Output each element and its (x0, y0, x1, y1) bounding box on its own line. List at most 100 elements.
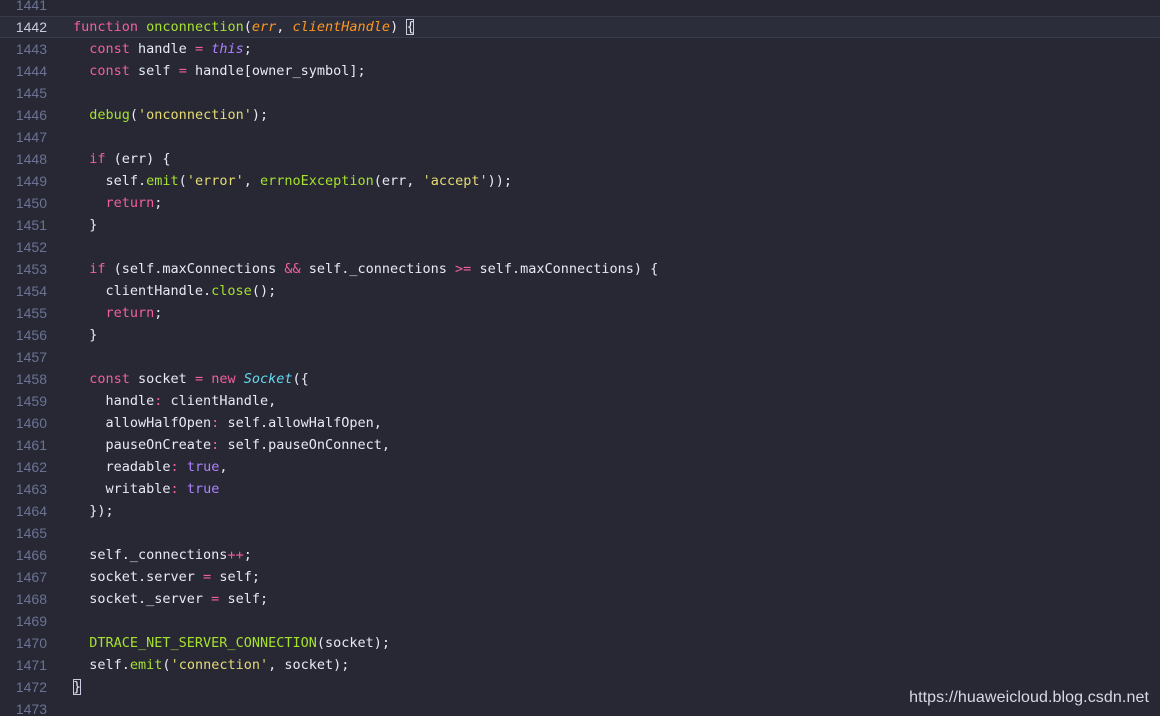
code-line[interactable]: 1453 if (self.maxConnections && self._co… (0, 258, 1160, 280)
code-token: socket.server (73, 569, 204, 585)
code-token: self.allowHalfOpen, (219, 415, 382, 431)
code-line[interactable]: 1466 self._connections++; (0, 544, 1160, 566)
line-number: 1444 (15, 63, 47, 79)
code-editor[interactable]: 1441 1442 function onconnection(err, clien… (0, 0, 1160, 716)
code-line[interactable]: 1467 socket.server = self; (0, 566, 1160, 588)
code-token: = (194, 371, 204, 387)
code-token: self. (73, 173, 147, 189)
line-code: const handle = this; (73, 38, 252, 60)
line-number: 1472 (15, 679, 47, 695)
code-line[interactable]: 1457 (0, 346, 1160, 368)
code-line[interactable]: 1445 (0, 82, 1160, 104)
code-token: if (89, 151, 106, 167)
code-token: 'connection' (170, 657, 269, 673)
code-token: 'accept' (422, 173, 488, 189)
line-number: 1471 (15, 657, 47, 673)
code-token: self.pauseOnConnect, (219, 437, 390, 453)
code-line[interactable]: 1470 DTRACE_NET_SERVER_CONNECTION(socket… (0, 632, 1160, 654)
line-code: self.emit('error', errnoException(err, '… (73, 170, 512, 192)
code-line[interactable]: 1441 (0, 0, 1160, 16)
code-token: emit (146, 173, 179, 189)
code-token: = (203, 569, 212, 585)
line-number: 1466 (15, 547, 47, 563)
line-code: function onconnection(err, clientHandle)… (73, 16, 415, 38)
code-line[interactable]: 1465 (0, 522, 1160, 544)
code-line[interactable]: 1463 writable: true (0, 478, 1160, 500)
code-line[interactable]: 1447 (0, 126, 1160, 148)
line-code: pauseOnCreate: self.pauseOnConnect, (73, 434, 391, 456)
code-token: (); (251, 283, 277, 299)
line-code: writable: true (73, 478, 220, 500)
line-number: 1449 (15, 173, 47, 189)
line-code: } (73, 324, 97, 346)
code-token: ; (243, 547, 252, 563)
code-token: return (105, 305, 155, 321)
line-number: 1451 (15, 217, 47, 233)
code-line[interactable]: 1449 self.emit('error', errnoException(e… (0, 170, 1160, 192)
code-line[interactable]: 1443 const handle = this; (0, 38, 1160, 60)
line-number: 1469 (15, 613, 47, 629)
code-token: } (73, 327, 98, 343)
line-code: allowHalfOpen: self.allowHalfOpen, (73, 412, 382, 434)
code-line[interactable]: 1452 (0, 236, 1160, 258)
code-token: self.maxConnections) { (471, 261, 659, 277)
line-number: 1463 (15, 481, 47, 497)
code-line[interactable]: 1446 debug('onconnection'); (0, 104, 1160, 126)
code-token: } (73, 679, 82, 695)
line-code: } (73, 676, 82, 698)
code-line[interactable]: 1442 function onconnection(err, clientHan… (0, 16, 1160, 38)
code-token: self; (219, 591, 269, 607)
code-token: && (284, 261, 301, 277)
line-code: if (err) { (73, 148, 170, 170)
code-line[interactable]: 1469 (0, 610, 1160, 632)
code-token: const (89, 41, 130, 57)
line-number: 1453 (15, 261, 47, 277)
line-number: 1468 (15, 591, 47, 607)
code-token: self. (73, 657, 130, 673)
code-line[interactable]: 1450 return; (0, 192, 1160, 214)
line-code: socket._server = self; (73, 588, 268, 610)
code-token: if (89, 261, 106, 277)
code-token: ( (243, 19, 252, 35)
code-line[interactable]: 1461 pauseOnCreate: self.pauseOnConnect, (0, 434, 1160, 456)
code-line[interactable]: 1468 socket._server = self; (0, 588, 1160, 610)
line-code: readable: true, (73, 456, 228, 478)
line-number: 1456 (15, 327, 47, 343)
code-line[interactable]: 1464 }); (0, 500, 1160, 522)
code-line[interactable]: 1458 const socket = new Socket({ (0, 368, 1160, 390)
code-line[interactable]: 1471 self.emit('connection', socket); (0, 654, 1160, 676)
line-number: 1462 (15, 459, 47, 475)
code-line[interactable]: 1459 handle: clientHandle, (0, 390, 1160, 412)
line-number: 1445 (15, 85, 47, 101)
code-area[interactable]: 1441 1442 function onconnection(err, clien… (0, 0, 1160, 716)
code-token: pauseOnCreate (73, 437, 212, 453)
code-token: true (186, 459, 220, 475)
code-line[interactable]: 1444 const self = handle[owner_symbol]; (0, 60, 1160, 82)
code-line[interactable]: 1460 allowHalfOpen: self.allowHalfOpen, (0, 412, 1160, 434)
code-line[interactable]: 1448 if (err) { (0, 148, 1160, 170)
code-token: , (276, 19, 293, 35)
watermark: https://huaweicloud.blog.csdn.net (909, 689, 1149, 706)
code-line[interactable]: 1455 return; (0, 302, 1160, 324)
line-number: 1464 (15, 503, 47, 519)
code-token: : (170, 459, 179, 475)
code-line[interactable]: 1456 } (0, 324, 1160, 346)
code-token: ); (251, 107, 269, 123)
line-number: 1454 (15, 283, 47, 299)
code-token: true (186, 481, 220, 497)
code-line[interactable]: 1451 } (0, 214, 1160, 236)
code-token: handle[owner_symbol]; (186, 63, 366, 79)
line-code: handle: clientHandle, (73, 390, 277, 412)
code-line[interactable]: 1462 readable: true, (0, 456, 1160, 478)
code-line[interactable]: 1454 clientHandle.close(); (0, 280, 1160, 302)
code-token: ) (390, 19, 407, 35)
